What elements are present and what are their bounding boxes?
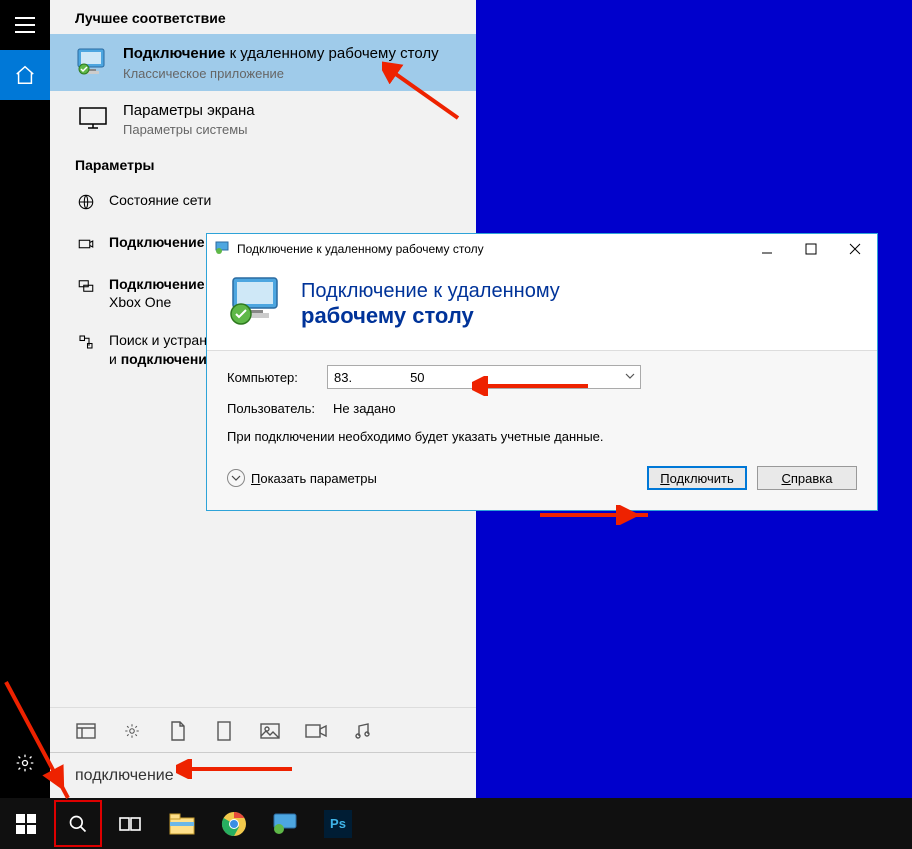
folders-filter-icon[interactable] [213, 720, 235, 742]
credentials-note: При подключении необходимо будет указать… [227, 428, 627, 446]
rdp-body: Компьютер: 83. 50 Пользователь: Не задан… [207, 350, 877, 510]
monitor-icon [75, 101, 111, 137]
rdp-title-icon [215, 241, 231, 257]
taskbar: Ps [0, 798, 912, 849]
computer-value-prefix: 83. [334, 370, 352, 385]
rdp-titlebar[interactable]: Подключение к удаленному рабочему столу [207, 234, 877, 264]
rdp-large-icon [227, 274, 287, 334]
documents-filter-icon[interactable] [167, 720, 189, 742]
chevron-down-circle-icon [227, 469, 245, 487]
result-network-status[interactable]: Состояние сети [50, 181, 476, 223]
result-subtitle: Параметры системы [123, 122, 460, 137]
start-button[interactable] [0, 798, 52, 849]
videos-filter-icon[interactable] [305, 720, 327, 742]
search-taskbar-button[interactable] [52, 798, 104, 849]
show-options-label: ППоказать параметрыоказать параметры [251, 471, 377, 486]
result-title: Подключение к удаленному рабочему столу [123, 44, 460, 64]
chevron-down-icon[interactable] [624, 370, 636, 382]
rdp-header: Подключение к удаленному рабочему столу [207, 264, 877, 350]
filter-icon-row [50, 707, 476, 752]
minimize-button[interactable] [745, 234, 789, 264]
computer-label: Компьютер: [227, 370, 327, 385]
search-input[interactable] [75, 767, 451, 785]
settings-gear-icon[interactable] [0, 738, 50, 788]
result-rdp-app[interactable]: Подключение к удаленному рабочему столу … [50, 34, 476, 91]
network-icon [75, 331, 97, 353]
section-best-match: Лучшее соответствие [50, 0, 476, 34]
section-params: Параметры [50, 147, 476, 181]
rdp-taskbar[interactable] [260, 798, 312, 849]
rdp-title-text: Подключение к удаленному рабочему столу [237, 242, 745, 256]
result-subtitle: Классическое приложение [123, 66, 460, 81]
connect-button[interactable]: Подключить [647, 466, 747, 490]
user-value: Не задано [327, 401, 396, 416]
photoshop-taskbar[interactable]: Ps [312, 798, 364, 849]
globe-icon [75, 191, 97, 213]
task-view-button[interactable] [104, 798, 156, 849]
result-title: Параметры экрана [123, 101, 460, 121]
computer-combobox[interactable]: 83. 50 [327, 365, 641, 389]
rdp-icon [75, 44, 111, 80]
user-label: Пользователь: [227, 401, 327, 416]
home-icon[interactable] [0, 50, 50, 100]
computer-value-suffix: 50 [410, 370, 424, 385]
show-options-toggle[interactable]: ППоказать параметрыоказать параметры [227, 469, 377, 487]
result-title: Состояние сети [109, 191, 460, 209]
photos-filter-icon[interactable] [259, 720, 281, 742]
projector-icon [75, 233, 97, 255]
hamburger-icon[interactable] [0, 0, 50, 50]
file-explorer-taskbar[interactable] [156, 798, 208, 849]
start-left-rail [0, 0, 50, 798]
stream-icon [75, 275, 97, 297]
apps-filter-icon[interactable] [75, 720, 97, 742]
maximize-button[interactable] [789, 234, 833, 264]
help-button[interactable]: Справка [757, 466, 857, 490]
chrome-taskbar[interactable] [208, 798, 260, 849]
rdp-dialog: Подключение к удаленному рабочему столу … [206, 233, 878, 511]
rdp-header-line2: рабочему столу [301, 303, 560, 329]
music-filter-icon[interactable] [351, 720, 373, 742]
result-display-settings[interactable]: Параметры экрана Параметры системы [50, 91, 476, 148]
settings-filter-icon[interactable] [121, 720, 143, 742]
search-input-row [50, 752, 476, 798]
close-button[interactable] [833, 234, 877, 264]
rdp-header-line1: Подключение к удаленному [301, 280, 560, 303]
